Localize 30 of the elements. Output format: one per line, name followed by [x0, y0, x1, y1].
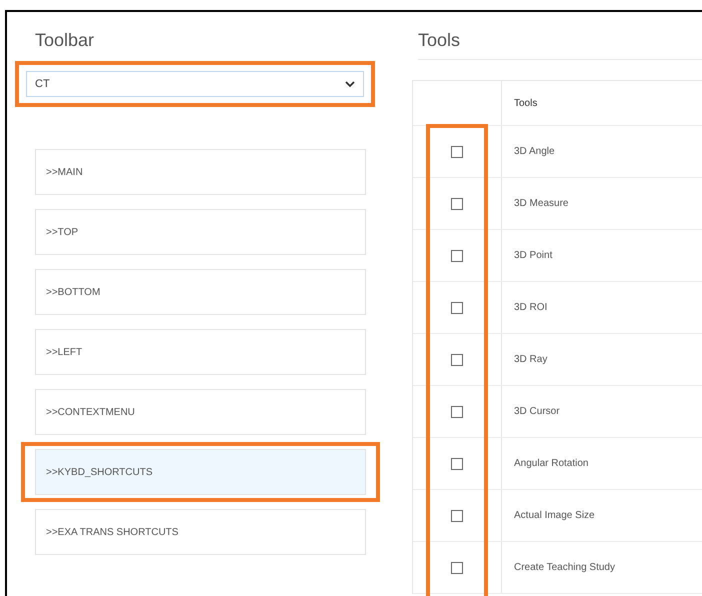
checkbox[interactable]: [451, 562, 463, 574]
toolbar-list-item[interactable]: >>CONTEXTMENU: [35, 389, 366, 435]
table-cell-text: 3D Point: [513, 249, 552, 263]
checkbox[interactable]: [451, 510, 463, 522]
table-cell-text: 3D Cursor: [513, 405, 560, 419]
toolbar-list-item[interactable]: >>MAIN: [35, 149, 366, 195]
column-header: Tools: [513, 96, 538, 110]
checkbox[interactable]: [451, 250, 463, 262]
checkbox[interactable]: [451, 406, 463, 418]
table-cell-text: 3D ROI: [513, 301, 548, 315]
toolbar-list-item[interactable]: >>LEFT: [35, 329, 366, 375]
table-cell-text: Actual Image Size: [513, 509, 595, 523]
toolbar-dropdown[interactable]: CT: [26, 71, 364, 97]
table-cell-text: Angular Rotation: [513, 457, 588, 471]
table-cell-text: 3D Angle: [513, 145, 555, 159]
checkbox[interactable]: [451, 302, 463, 314]
checkbox[interactable]: [451, 354, 463, 366]
checkbox[interactable]: [451, 198, 463, 210]
table-cell-text: 3D Ray: [513, 353, 548, 367]
table-cell-text: Create Teaching Study: [513, 561, 615, 575]
toolbar-title: Toolbar: [35, 30, 96, 51]
chevron-down-icon: [345, 80, 355, 88]
toolbar-list-item[interactable]: >>EXA TRANS SHORTCUTS: [35, 509, 366, 555]
toolbar-list-item[interactable]: >>TOP: [35, 209, 366, 255]
tools-title: Tools: [418, 30, 702, 60]
toolbar-list-item[interactable]: >>KYBD_SHORTCUTS: [35, 449, 366, 495]
checkbox[interactable]: [451, 458, 463, 470]
toolbar-list-item[interactable]: >>BOTTOM: [35, 269, 366, 315]
table-cell-text: 3D Measure: [513, 197, 568, 211]
checkbox[interactable]: [451, 146, 463, 158]
